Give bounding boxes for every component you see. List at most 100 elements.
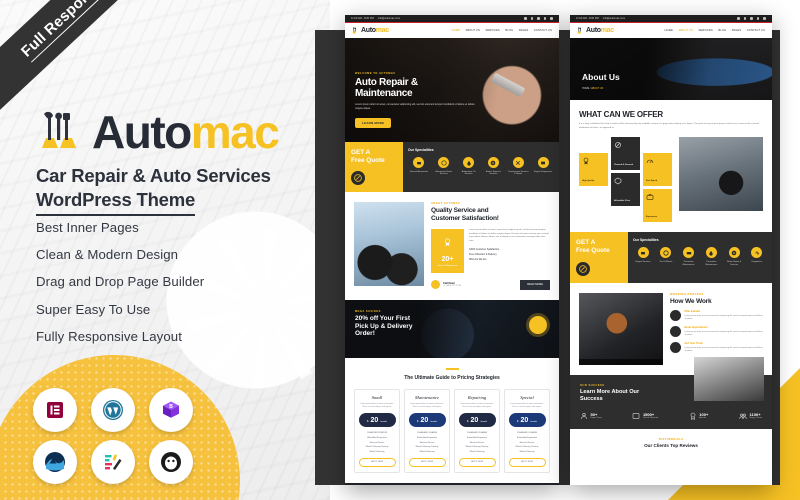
specialty-item[interactable]: Engine Services xyxy=(633,247,653,266)
video-controls-bar[interactable] xyxy=(579,358,663,365)
breadcrumb: HOME / ABOUT US xyxy=(582,87,603,90)
plan-button[interactable]: GET IT NOW xyxy=(358,457,396,467)
nav-item-contact[interactable]: CONTACT US xyxy=(747,29,765,32)
wrench-badge-icon xyxy=(351,171,365,186)
plan-feature: Electrical Service xyxy=(369,441,385,444)
plan-feature: Wheel And Suspension xyxy=(367,437,387,440)
specialty-label: Transmission Services & Repair xyxy=(507,170,529,176)
topbar-hours: 11:00 AM - 8:00 PM xyxy=(351,17,374,20)
nav-item-blog[interactable]: BLOG xyxy=(505,29,513,32)
plan-button[interactable]: GET IT NOW xyxy=(508,457,546,467)
twitter-icon[interactable] xyxy=(530,17,534,20)
nav-item-home[interactable]: HOME xyxy=(452,29,460,32)
nav-item-home[interactable]: HOME xyxy=(665,29,673,32)
specialties-list: Engine Services Tire & Wheels Preventive… xyxy=(633,247,767,266)
nav-logo[interactable]: Auto mac xyxy=(352,27,389,34)
experience-caption: Years of Experience xyxy=(437,264,458,267)
pricing-card[interactable]: Small Lorem ipsum dolor sit amet consect… xyxy=(354,388,400,473)
phone-icon xyxy=(431,280,440,290)
nav-item-services[interactable]: SERVICES xyxy=(698,29,712,32)
brand-name-accent: mac xyxy=(190,105,280,158)
plan-button[interactable]: GET IT NOW xyxy=(408,457,446,467)
plan-feature: Wheel & Steering Checkup xyxy=(415,446,439,449)
nav-item-contact[interactable]: CONTACT US xyxy=(534,29,552,32)
specialty-label: Diagnostics xyxy=(751,260,763,263)
call-number: +1 (555) 777-1234 xyxy=(443,285,462,288)
reviews-title: Our Clients Top Reviews xyxy=(644,442,698,448)
offer-tile[interactable]: Fast Speed xyxy=(643,153,672,187)
hero-cta-button[interactable]: LEARN MORE xyxy=(355,117,392,128)
plan-feature: Wheel & Steering Checkup xyxy=(515,446,539,449)
nav-menu[interactable]: HOME ABOUT US SERVICES BLOG PAGES CONTAC… xyxy=(665,29,765,32)
battery-icon xyxy=(683,247,695,259)
free-quote-card[interactable]: GET A Free Quote xyxy=(345,142,403,193)
pricing-card[interactable]: Special Lorem ipsum dolor sit amet conse… xyxy=(504,388,550,473)
pricing-card[interactable]: Maintenance Lorem ipsum dolor sit amet c… xyxy=(404,388,450,473)
about-tick: 100% Customer Satisfaction xyxy=(469,247,500,251)
mockup-home-page[interactable]: 11:00 AM - 8:00 PM info@automac.com Auto… xyxy=(345,15,559,485)
nav-logo-accent: mac xyxy=(600,27,614,34)
linkedin-icon[interactable] xyxy=(750,17,753,20)
quote-line2: Free Quote xyxy=(576,247,610,255)
specialty-item[interactable]: Brake Repair & Services xyxy=(724,247,744,266)
nav-menu[interactable]: HOME ABOUT US SERVICES BLOG PAGES CONTAC… xyxy=(452,29,552,32)
nav-item-about[interactable]: ABOUT US xyxy=(678,29,693,32)
specialty-label: Automotive Brake Services xyxy=(435,170,452,176)
linkedin-icon[interactable] xyxy=(537,17,540,20)
specialty-item[interactable]: Automotive Oil Services xyxy=(458,157,480,176)
pricing-card[interactable]: Repairing Lorem ipsum dolor sit amet con… xyxy=(454,388,500,473)
nav-item-services[interactable]: SERVICES xyxy=(485,29,499,32)
specialty-item[interactable]: General Automotive xyxy=(408,157,430,176)
offer-tile[interactable]: Affordable Price xyxy=(611,173,640,207)
breadcrumb-home[interactable]: HOME xyxy=(582,87,589,90)
about-read-more-button[interactable]: READ MORE xyxy=(520,279,550,290)
mechanic-tire-photo xyxy=(679,137,763,212)
specialty-label: Engine Services xyxy=(635,260,651,263)
stat-item: 1500+ Vehicle Repaired xyxy=(632,412,658,420)
offer-tile[interactable]: High Quality xyxy=(579,153,608,187)
offer-tile-label: Affordable Price xyxy=(614,199,631,202)
about-tick: Free Collection & Delivery xyxy=(469,252,497,256)
hero-banner: WELCOME TO AUTOMAC Auto Repair & Mainten… xyxy=(345,38,559,142)
specialty-item[interactable]: Tire & Wheels xyxy=(656,247,676,266)
plan-feature: Electrical Service xyxy=(419,441,435,444)
instagram-icon[interactable] xyxy=(543,17,547,20)
plan-currency: $ xyxy=(417,419,419,423)
plan-feature: Brakes And Suspension xyxy=(516,437,538,440)
plan-feature: Wheel & Steering Checkup xyxy=(365,446,389,449)
specialty-item[interactable]: Automotive Brake Services xyxy=(433,157,455,176)
nav-item-pages[interactable]: PAGES xyxy=(732,29,742,32)
nav-item-blog[interactable]: BLOG xyxy=(718,29,726,32)
youtube-icon[interactable] xyxy=(763,17,766,20)
topbar-email: info@automac.com xyxy=(602,17,626,20)
specialties-section: GET A Free Quote Our Specialities Genera… xyxy=(345,142,559,193)
nav-item-about[interactable]: ABOUT US xyxy=(465,29,480,32)
feature-item: Fully Responsive Layout xyxy=(36,328,182,344)
plan-period: /month xyxy=(530,420,537,423)
plugin-badge-grid: B xyxy=(33,388,207,492)
offer-tile[interactable]: Cleaned & Greased xyxy=(611,137,640,171)
specialty-label: Tire & Wheels xyxy=(659,260,673,263)
plan-feature: CLEAN AND CLEANSE xyxy=(416,432,438,435)
twitter-icon[interactable] xyxy=(743,17,747,20)
specialty-item[interactable]: Engine Diagnostics xyxy=(532,157,554,176)
site-navigation[interactable]: Auto mac HOME ABOUT US SERVICES BLOG PAGE… xyxy=(570,23,772,38)
specialty-item[interactable]: Brakes Repair & Services xyxy=(482,157,504,176)
plan-button[interactable]: GET IT NOW xyxy=(458,457,496,467)
nav-logo[interactable]: Auto mac xyxy=(577,27,614,34)
feature-item: Best Inner Pages xyxy=(36,220,139,235)
facebook-icon[interactable] xyxy=(524,17,527,20)
specialty-item[interactable]: Transmission Services & Repair xyxy=(507,157,529,176)
specialty-item[interactable]: Diagnostics xyxy=(747,247,767,266)
specialty-item[interactable]: Preventive Maintenance xyxy=(679,247,699,266)
facebook-icon[interactable] xyxy=(737,17,740,20)
specialty-item[interactable]: Preventive Maintenance xyxy=(701,247,721,266)
engine-icon xyxy=(637,247,649,259)
instagram-icon[interactable] xyxy=(756,17,760,20)
site-navigation[interactable]: Auto mac HOME ABOUT US SERVICES BLOG PAGE… xyxy=(345,23,559,38)
nav-item-pages[interactable]: PAGES xyxy=(519,29,529,32)
mockup-about-page[interactable]: 11:00 AM - 8:00 PM info@automac.com Auto… xyxy=(570,15,772,485)
youtube-icon[interactable] xyxy=(550,17,553,20)
offer-tile[interactable]: Experience xyxy=(643,189,672,223)
free-quote-card[interactable]: GET A Free Quote xyxy=(570,232,628,283)
